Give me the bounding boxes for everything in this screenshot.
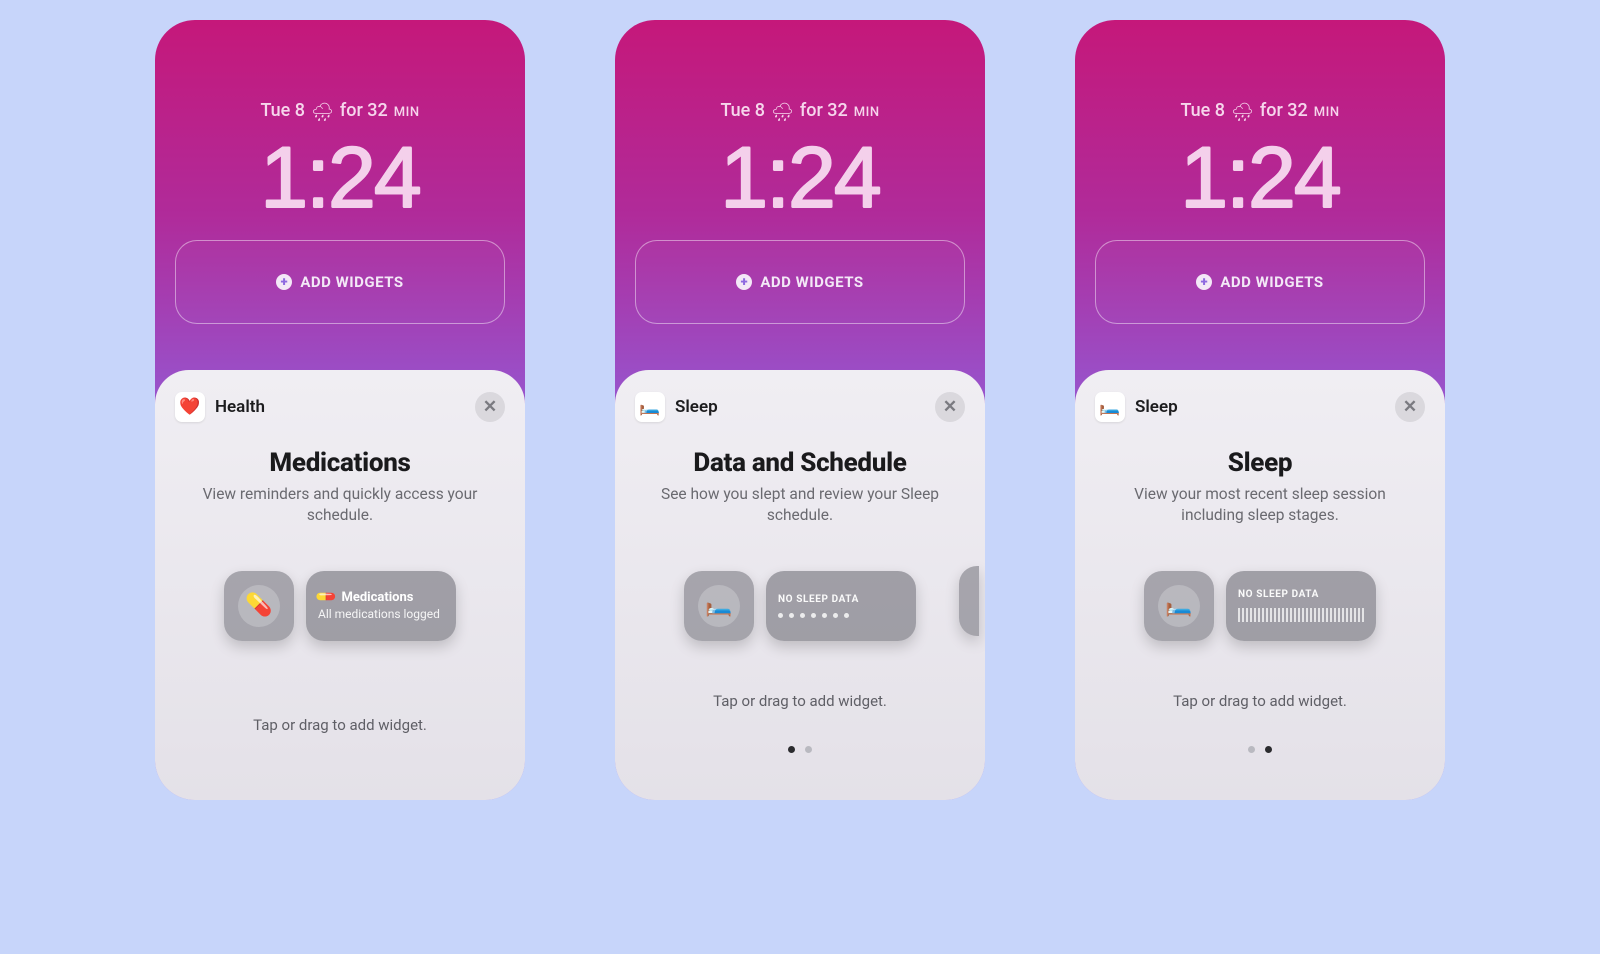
plus-circle-icon: + [736, 274, 752, 290]
close-button[interactable]: ✕ [935, 392, 965, 422]
widget-preview-small[interactable]: 💊 [224, 571, 294, 641]
date-weather-line[interactable]: Tue 8 🌧 for 32 MIN [720, 100, 879, 121]
weather-unit: MIN [1314, 105, 1340, 120]
screenshots-row: Tue 8 🌧 for 32 MIN 1:24 + ADD WIDGETS ❤️ … [0, 0, 1600, 800]
page-indicator [1095, 746, 1425, 753]
page-dot [1248, 746, 1255, 753]
lockscreen-clock[interactable]: 1:24 [260, 129, 419, 228]
widget-preview-wide[interactable]: NO SLEEP DATA [1226, 571, 1376, 641]
widget-preview-wrap: 🛏️ NO SLEEP DATA [635, 526, 965, 646]
weather-unit: MIN [854, 105, 880, 120]
weather-text: for 32 [800, 100, 848, 121]
lockscreen-clock[interactable]: 1:24 [720, 129, 879, 228]
widget-subtitle: View reminders and quickly access your s… [175, 484, 505, 526]
close-button[interactable]: ✕ [475, 392, 505, 422]
close-icon: ✕ [943, 397, 957, 417]
widget-picker-sheet: 🛏️ Sleep ✕ Data and Schedule See how you… [615, 370, 985, 800]
sheet-header-left: 🛏️ Sleep [1095, 392, 1178, 422]
widget-preview-wide[interactable]: NO SLEEP DATA [766, 571, 916, 641]
weather-unit: MIN [394, 105, 420, 120]
add-widgets-button[interactable]: + ADD WIDGETS [1095, 240, 1425, 324]
sheet-header: 🛏️ Sleep ✕ [635, 392, 965, 422]
page-dot [1265, 746, 1272, 753]
close-icon: ✕ [483, 397, 497, 417]
widget-preview-row: 🛏️ NO SLEEP DATA [635, 566, 965, 646]
date-text: Tue 8 [720, 100, 765, 121]
lockscreen-area: Tue 8 🌧 for 32 MIN 1:24 + ADD WIDGETS [615, 20, 985, 370]
plus-circle-icon: + [276, 274, 292, 290]
widget-preview-wrap: 🛏️ NO SLEEP DATA [1095, 526, 1425, 646]
widget-wide-heading: Medications [341, 590, 413, 605]
widget-preview-small[interactable]: 🛏️ [684, 571, 754, 641]
plus-circle-icon: + [1196, 274, 1212, 290]
sheet-hint: Tap or drag to add widget. [175, 716, 505, 734]
sleep-app-icon: 🛏️ [1095, 392, 1125, 422]
sheet-header: 🛏️ Sleep ✕ [1095, 392, 1425, 422]
widget-preview-row: 🛏️ NO SLEEP DATA [1095, 566, 1425, 646]
close-icon: ✕ [1403, 397, 1417, 417]
widget-title: Sleep [1095, 448, 1425, 478]
pill-icon: 💊 [238, 585, 280, 627]
phone-screen: Tue 8 🌧 for 32 MIN 1:24 + ADD WIDGETS 🛏️ … [615, 20, 985, 800]
widget-preview-wrap: 💊 💊 Medications All medications logged [175, 526, 505, 646]
widget-preview-row: 💊 💊 Medications All medications logged [175, 566, 505, 646]
widget-subtitle: See how you slept and review your Sleep … [635, 484, 965, 526]
weather-text: for 32 [340, 100, 388, 121]
sheet-header: ❤️ Health ✕ [175, 392, 505, 422]
bed-icon: 🛏️ [1158, 585, 1200, 627]
sheet-header-left: ❤️ Health [175, 392, 265, 422]
no-sleep-label: NO SLEEP DATA [1238, 589, 1364, 600]
sleep-dots-row [778, 613, 904, 618]
app-name-label: Sleep [1135, 397, 1178, 417]
page-indicator [635, 746, 965, 753]
close-button[interactable]: ✕ [1395, 392, 1425, 422]
add-widgets-button[interactable]: + ADD WIDGETS [175, 240, 505, 324]
widget-picker-sheet: ❤️ Health ✕ Medications View reminders a… [155, 370, 525, 800]
sheet-hint: Tap or drag to add widget. [1095, 692, 1425, 710]
pill-icon: 💊 [315, 586, 339, 610]
widget-title: Medications [175, 448, 505, 478]
lockscreen-area: Tue 8 🌧 for 32 MIN 1:24 + ADD WIDGETS [155, 20, 525, 370]
bed-icon: 🛏️ [698, 585, 740, 627]
date-text: Tue 8 [1180, 100, 1225, 121]
rain-icon: 🌧 [1231, 102, 1254, 123]
date-weather-line[interactable]: Tue 8 🌧 for 32 MIN [1180, 100, 1339, 121]
rain-icon: 🌧 [311, 102, 334, 123]
page-dot [788, 746, 795, 753]
widget-wide-sub: All medications logged [318, 607, 444, 622]
rain-icon: 🌧 [771, 102, 794, 123]
add-widgets-label: ADD WIDGETS [760, 273, 863, 291]
app-name-label: Sleep [675, 397, 718, 417]
widget-preview-peek[interactable] [959, 566, 979, 636]
no-sleep-label: NO SLEEP DATA [778, 594, 904, 605]
widget-preview-wide[interactable]: 💊 Medications All medications logged [306, 571, 456, 641]
add-widgets-label: ADD WIDGETS [300, 273, 403, 291]
sheet-hint: Tap or drag to add widget. [635, 692, 965, 710]
phone-screen: Tue 8 🌧 for 32 MIN 1:24 + ADD WIDGETS ❤️ … [155, 20, 525, 800]
widget-subtitle: View your most recent sleep session incl… [1095, 484, 1425, 526]
phone-screen: Tue 8 🌧 for 32 MIN 1:24 + ADD WIDGETS 🛏️ … [1075, 20, 1445, 800]
widget-title: Data and Schedule [635, 448, 965, 478]
widget-preview-small[interactable]: 🛏️ [1144, 571, 1214, 641]
health-app-icon: ❤️ [175, 392, 205, 422]
sleep-wave-graphic [1238, 608, 1364, 622]
sheet-header-left: 🛏️ Sleep [635, 392, 718, 422]
date-text: Tue 8 [260, 100, 305, 121]
sleep-app-icon: 🛏️ [635, 392, 665, 422]
widget-picker-sheet: 🛏️ Sleep ✕ Sleep View your most recent s… [1075, 370, 1445, 800]
lockscreen-area: Tue 8 🌧 for 32 MIN 1:24 + ADD WIDGETS [1075, 20, 1445, 370]
app-name-label: Health [215, 397, 265, 417]
add-widgets-button[interactable]: + ADD WIDGETS [635, 240, 965, 324]
lockscreen-clock[interactable]: 1:24 [1180, 129, 1339, 228]
weather-text: for 32 [1260, 100, 1308, 121]
date-weather-line[interactable]: Tue 8 🌧 for 32 MIN [260, 100, 419, 121]
page-dot [805, 746, 812, 753]
add-widgets-label: ADD WIDGETS [1220, 273, 1323, 291]
